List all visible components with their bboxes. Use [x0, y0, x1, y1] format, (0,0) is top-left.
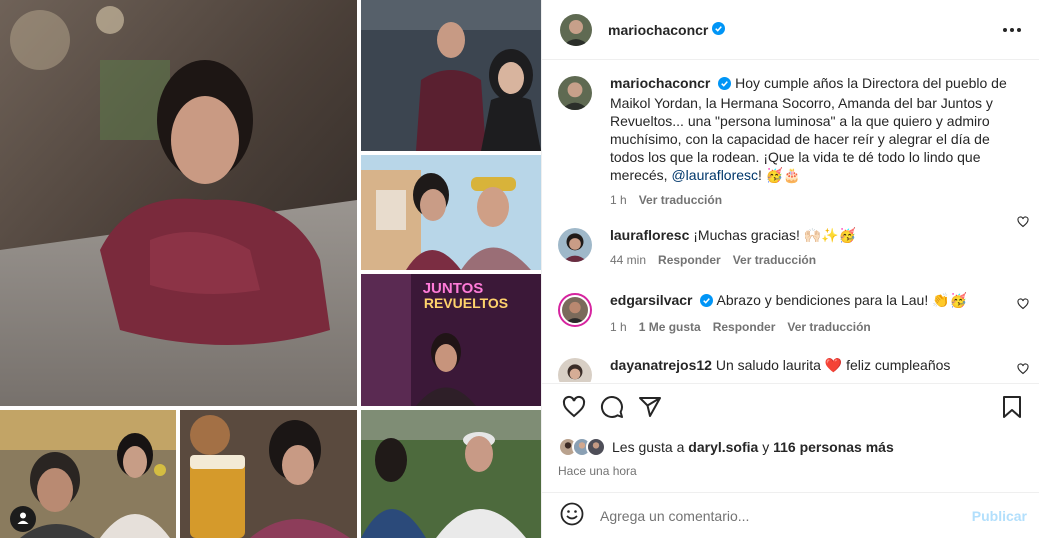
- photo-outdoor-forest: [361, 410, 541, 538]
- likes-user-link[interactable]: daryl.sofia: [688, 439, 758, 455]
- photo-man-with-nun: [361, 0, 541, 151]
- post-header: mariochaconcr: [542, 0, 1039, 60]
- comment-like-heart-icon[interactable]: [1017, 215, 1029, 231]
- caption-author-avatar[interactable]: [558, 76, 592, 110]
- comments-list[interactable]: mariochaconcr Hoy cumple años la Directo…: [542, 61, 1039, 382]
- likes-conj: y: [762, 439, 770, 455]
- verified-badge-icon: [700, 293, 714, 311]
- comment-text: ¡Muchas gracias! 🙌🏻✨🥳: [693, 227, 857, 243]
- photo-portrait-sweater: [0, 0, 357, 406]
- caption-translate-link[interactable]: Ver traducción: [639, 191, 722, 209]
- post-media-collage[interactable]: JUNTOS REVUELTOS: [0, 0, 541, 538]
- likes-others-link[interactable]: 116 personas más: [773, 439, 894, 455]
- verified-badge-icon: [712, 21, 726, 38]
- comment-item: edgarsilvacr Abrazo y bendiciones para l…: [542, 269, 1039, 336]
- comment-translate-link[interactable]: Ver traducción: [733, 251, 816, 269]
- likes-prefix: Les gusta a: [612, 439, 685, 455]
- bookmark-icon[interactable]: [1001, 395, 1023, 422]
- caption-author-username[interactable]: mariochaconcr: [610, 75, 710, 91]
- author-username[interactable]: mariochaconcr: [608, 22, 708, 38]
- likes-text: Les gusta a daryl.sofia y 116 personas m…: [612, 439, 894, 455]
- share-icon[interactable]: [638, 395, 662, 422]
- comment-avatar-story-ring[interactable]: [558, 293, 592, 327]
- comment-like-heart-icon[interactable]: [1017, 362, 1029, 378]
- post-actions: Les gusta a daryl.sofia y 116 personas m…: [542, 383, 1039, 493]
- post-details-panel: mariochaconcr mariochaconcr Hoy cumple a…: [541, 0, 1039, 538]
- comment-likes-count[interactable]: 1 Me gusta: [639, 318, 701, 336]
- comment-username[interactable]: laurafloresc: [610, 227, 689, 243]
- caption-time: 1 h: [610, 193, 627, 207]
- comment-time: 1 h: [610, 320, 627, 334]
- comment-text: Un saludo laurita ❤️ feliz cumpleaños: [715, 357, 951, 373]
- user-tag-icon: [16, 511, 30, 528]
- post-caption: mariochaconcr Hoy cumple años la Directo…: [542, 61, 1039, 209]
- caption-end-text: ! 🥳🎂: [758, 167, 801, 183]
- photo-neon-bar: JUNTOS REVUELTOS: [361, 274, 541, 406]
- more-options-button[interactable]: [1003, 22, 1021, 38]
- svg-text:REVUELTOS: REVUELTOS: [424, 295, 508, 311]
- photo-beer-toast: [180, 410, 357, 538]
- comment-reply-button[interactable]: Responder: [658, 251, 721, 269]
- caption-text: Hoy cumple años la Directora del pueblo …: [610, 75, 1007, 183]
- publish-button[interactable]: Publicar: [972, 508, 1027, 524]
- verified-badge-icon: [718, 76, 732, 94]
- comment-username[interactable]: dayanatrejos12: [610, 357, 712, 373]
- more-options-dot: [1017, 27, 1021, 32]
- add-comment-bar: Publicar: [542, 492, 1039, 538]
- caption-mention-link[interactable]: @laurafloresc: [671, 167, 758, 183]
- heart-icon[interactable]: [562, 395, 586, 422]
- comment-item: dayanatrejos12 Un saludo laurita ❤️ feli…: [542, 336, 1039, 382]
- comment-avatar[interactable]: [558, 358, 592, 382]
- comment-avatar[interactable]: [558, 228, 592, 262]
- comment-input[interactable]: [600, 507, 972, 524]
- comment-text: Abrazo y bendiciones para la Lau! 👏🥳: [716, 292, 967, 308]
- comment-username[interactable]: edgarsilvacr: [610, 292, 693, 308]
- author-avatar[interactable]: [560, 13, 592, 46]
- more-options-dot: [1010, 27, 1014, 32]
- post-timestamp[interactable]: Hace una hora: [558, 464, 1023, 478]
- user-tag-button[interactable]: [10, 506, 36, 532]
- comment-like-heart-icon[interactable]: [1017, 297, 1029, 313]
- comment-time: 44 min: [610, 253, 647, 267]
- comment-translate-link[interactable]: Ver traducción: [787, 318, 870, 336]
- comment-icon[interactable]: [600, 395, 624, 422]
- emoji-icon[interactable]: [560, 502, 584, 529]
- photo-selfie-couple: [361, 155, 541, 270]
- comment-item: laurafloresc ¡Muchas gracias! 🙌🏻✨🥳 44 mi…: [542, 209, 1039, 269]
- more-options-icon: [1003, 27, 1007, 32]
- comment-reply-button[interactable]: Responder: [713, 318, 776, 336]
- liker-avatar: [586, 437, 606, 457]
- likes-summary[interactable]: Les gusta a daryl.sofia y 116 personas m…: [558, 436, 1023, 458]
